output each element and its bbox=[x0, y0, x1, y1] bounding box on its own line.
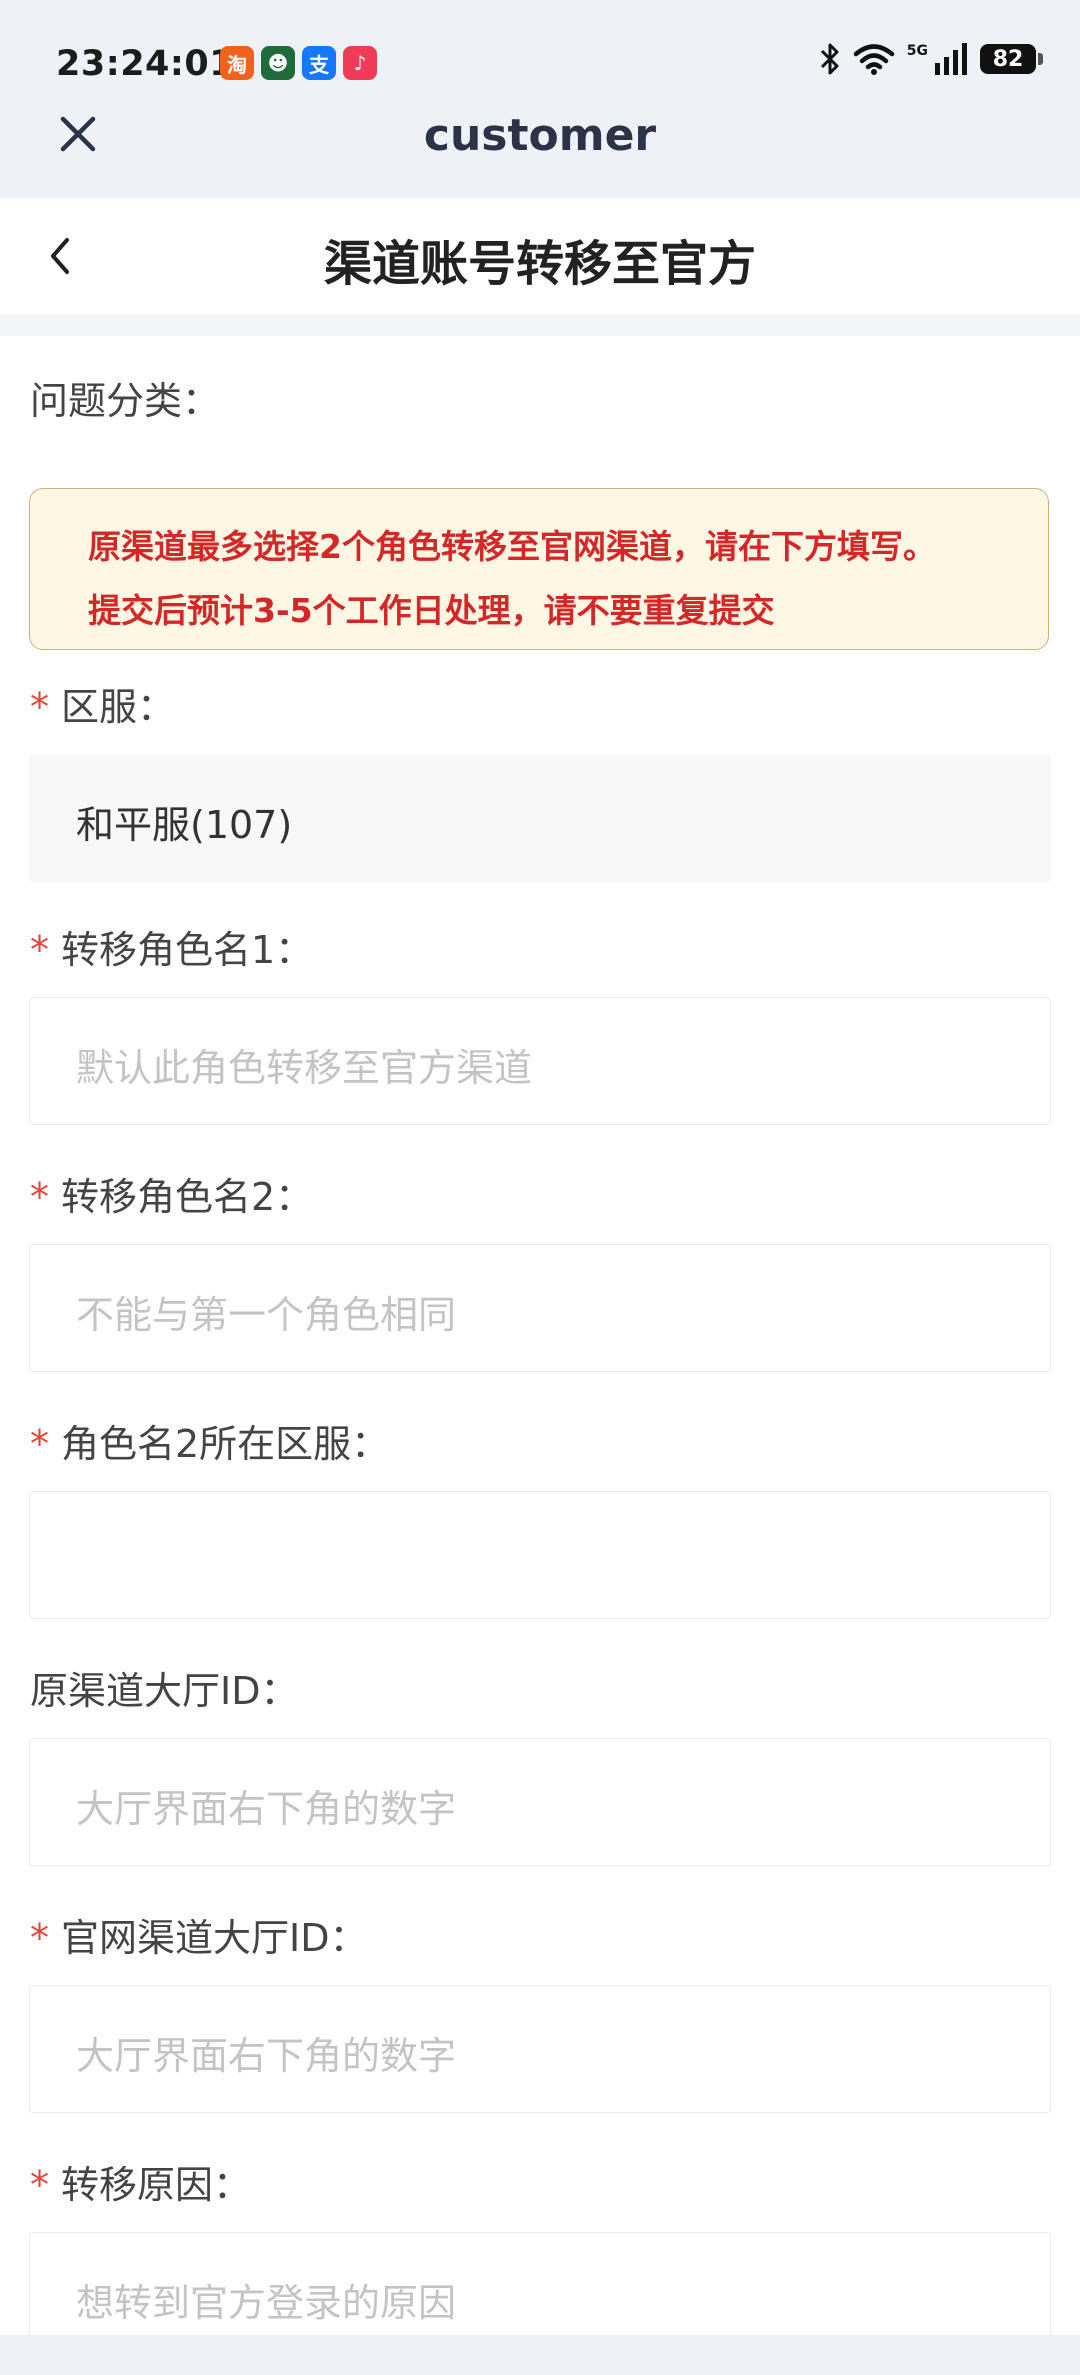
bottom-bar bbox=[0, 2335, 1080, 2375]
notice-line: 原渠道最多选择2个角色转移至官网渠道，请在下方填写。 bbox=[88, 527, 936, 566]
role-name-1-input[interactable]: 默认此角色转移至官方渠道 bbox=[29, 997, 1051, 1125]
official-lobby-id-label: * 官网渠道大厅ID： bbox=[30, 1907, 367, 1962]
original-lobby-id-placeholder: 大厅界面右下角的数字 bbox=[76, 1787, 457, 1831]
page-title: 渠道账号转移至官方 bbox=[323, 236, 756, 292]
official-lobby-id-placeholder: 大厅界面右下角的数字 bbox=[76, 2034, 457, 2078]
notice-box: 原渠道最多选择2个角色转移至官网渠道，请在下方填写。 提交后预计3-5个工作日处… bbox=[29, 488, 1049, 650]
role-name-2-placeholder: 不能与第一个角色相同 bbox=[76, 1293, 457, 1337]
required-marker: * bbox=[30, 1916, 49, 1960]
game-app-icon: ☻ bbox=[261, 46, 295, 80]
wifi-icon bbox=[853, 44, 895, 75]
required-marker: * bbox=[30, 928, 49, 972]
required-marker: * bbox=[30, 1175, 49, 1219]
app-header: customer bbox=[0, 100, 1080, 198]
transfer-reason-label: * 转移原因： bbox=[30, 2154, 251, 2209]
original-lobby-id-input[interactable]: 大厅界面右下角的数字 bbox=[29, 1738, 1051, 1866]
app-title: customer bbox=[423, 110, 657, 161]
notice-line: 提交后预计3-5个工作日处理，请不要重复提交 bbox=[88, 591, 775, 630]
category-label: 问题分类： bbox=[30, 379, 221, 423]
role-name-2-input[interactable]: 不能与第一个角色相同 bbox=[29, 1244, 1051, 1372]
alipay-app-icon: 支 bbox=[302, 46, 336, 80]
notification-icons: 淘 ☻ 支 ♪ bbox=[220, 46, 377, 80]
battery-indicator: 82 bbox=[980, 44, 1043, 74]
role-name-1-label: * 转移角色名1： bbox=[30, 919, 313, 974]
field-label-text: 官网渠道大厅ID： bbox=[61, 1916, 368, 1960]
status-indicators: 5G 82 bbox=[819, 42, 1043, 76]
bluetooth-icon bbox=[820, 43, 839, 75]
required-marker: * bbox=[30, 2163, 49, 2207]
taobao-app-icon: 淘 bbox=[220, 46, 254, 80]
music-app-icon: ♪ bbox=[343, 46, 377, 80]
server-select[interactable]: 和平服(107) bbox=[29, 754, 1051, 882]
transfer-reason-input[interactable]: 想转到官方登录的原因 bbox=[29, 2232, 1051, 2335]
role-2-server-input[interactable] bbox=[29, 1491, 1051, 1619]
field-label-text: 原渠道大厅ID： bbox=[30, 1669, 299, 1713]
field-label-text: 转移角色名2： bbox=[61, 1175, 314, 1219]
official-lobby-id-input[interactable]: 大厅界面右下角的数字 bbox=[29, 1985, 1051, 2113]
server-label: * 区服： bbox=[30, 676, 175, 731]
status-time: 23:24:01 bbox=[56, 44, 235, 84]
signal-icon bbox=[935, 43, 967, 75]
required-marker: * bbox=[30, 685, 49, 729]
role-name-2-label: * 转移角色名2： bbox=[30, 1166, 313, 1221]
field-label-text: 转移角色名1： bbox=[61, 928, 314, 972]
field-label-text: 角色名2所在区服： bbox=[61, 1422, 390, 1466]
page-nav-bar: 渠道账号转移至官方 bbox=[0, 198, 1080, 314]
form-content: 问题分类： 原渠道最多选择2个角色转移至官网渠道，请在下方填写。 提交后预计3-… bbox=[0, 336, 1080, 2335]
field-label-text: 转移原因： bbox=[61, 2163, 252, 2207]
role-2-server-label: * 角色名2所在区服： bbox=[30, 1413, 389, 1468]
original-lobby-id-label: 原渠道大厅ID： bbox=[30, 1660, 298, 1715]
server-value: 和平服(107) bbox=[76, 803, 293, 847]
section-divider bbox=[0, 314, 1080, 336]
transfer-reason-placeholder: 想转到官方登录的原因 bbox=[76, 2281, 457, 2325]
role-name-1-placeholder: 默认此角色转移至官方渠道 bbox=[76, 1046, 533, 1090]
network-type: 5G bbox=[906, 43, 928, 59]
required-marker: * bbox=[30, 1422, 49, 1466]
field-label-text: 区服： bbox=[61, 685, 176, 729]
